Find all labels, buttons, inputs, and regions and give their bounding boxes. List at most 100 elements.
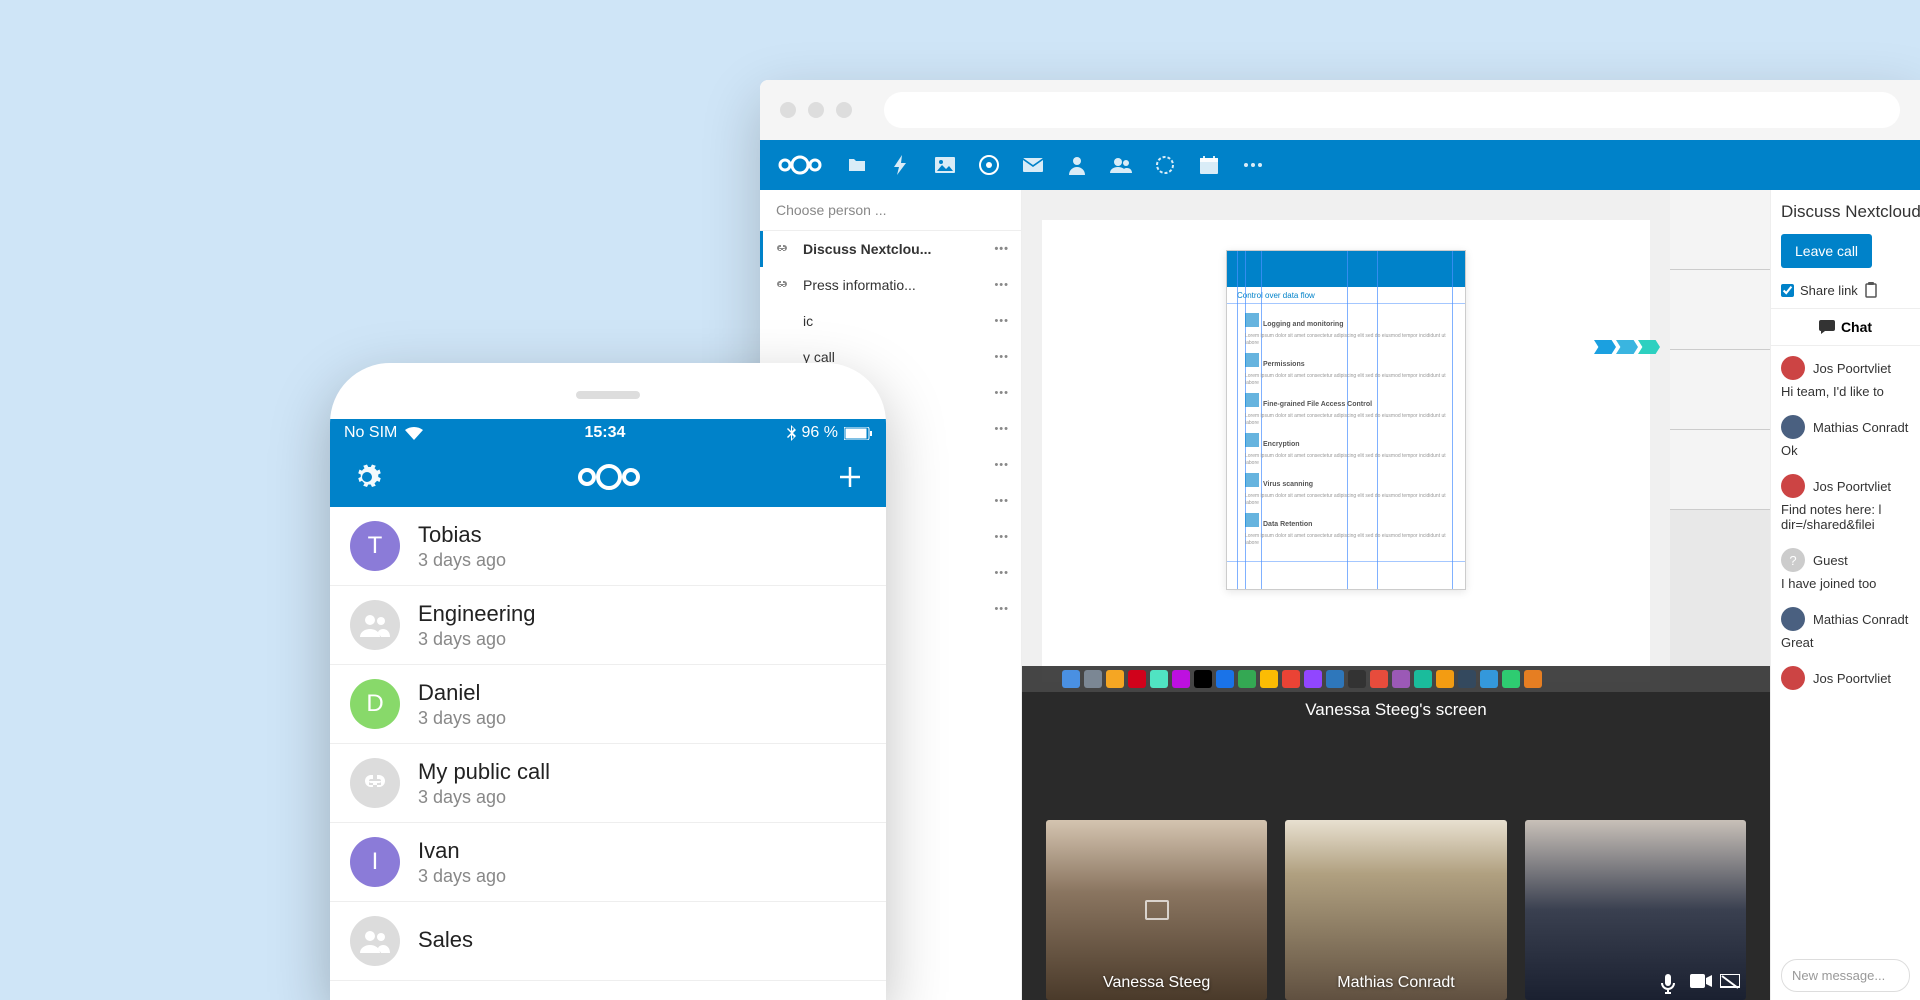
activity-icon[interactable]	[890, 154, 912, 176]
choose-person-input[interactable]: Choose person ...	[760, 190, 1021, 231]
share-link-checkbox[interactable]	[1781, 284, 1794, 297]
contact-row[interactable]: TTobias3 days ago	[330, 507, 886, 586]
app-top-bar	[760, 140, 1920, 190]
dock-app-icon[interactable]	[1348, 670, 1366, 688]
contact-avatar: D	[350, 679, 400, 729]
dock-app-icon[interactable]	[1150, 670, 1168, 688]
more-icon[interactable]: •••	[994, 423, 1009, 435]
camera-icon[interactable]	[1690, 974, 1710, 994]
more-icon[interactable]: •••	[994, 387, 1009, 399]
phone-device: No SIM 15:34 96 % TTobias3 days agoEngin…	[330, 363, 886, 1000]
chat-tab[interactable]: Chat	[1771, 308, 1920, 346]
dock-app-icon[interactable]	[1326, 670, 1344, 688]
macos-dock	[1022, 666, 1770, 692]
chat-message: Mathias ConradtGreat	[1771, 597, 1920, 656]
avatar	[1781, 474, 1805, 498]
contact-row[interactable]: DDaniel3 days ago	[330, 665, 886, 744]
chat-message: Jos PoortvlietHi team, I'd like to	[1771, 346, 1920, 405]
link-icon	[775, 242, 793, 256]
more-apps-icon[interactable]	[1242, 154, 1264, 176]
contact-row[interactable]: My public call3 days ago	[330, 744, 886, 823]
share-link-label: Share link	[1800, 283, 1858, 298]
video-tile[interactable]: Mathias Conradt	[1285, 820, 1506, 1000]
dock-app-icon[interactable]	[1238, 670, 1256, 688]
flow-chevrons	[1594, 340, 1660, 354]
document-page: Control over data flow	[1226, 250, 1466, 590]
dock-app-icon[interactable]	[1304, 670, 1322, 688]
dock-app-icon[interactable]	[1172, 670, 1190, 688]
more-icon[interactable]: •••	[994, 567, 1009, 579]
link-icon	[775, 278, 793, 292]
chat-panel: Discuss Nextcloud Ta Leave call Share li…	[1770, 190, 1920, 1000]
more-icon[interactable]: •••	[994, 351, 1009, 363]
dock-app-icon[interactable]	[1062, 670, 1080, 688]
room-item[interactable]: Discuss Nextclou...•••	[760, 231, 1021, 267]
new-message-input[interactable]: New message...	[1781, 959, 1910, 992]
traffic-light-close[interactable]	[780, 102, 796, 118]
avatar	[1781, 607, 1805, 631]
dock-app-icon[interactable]	[1194, 670, 1212, 688]
traffic-light-maximize[interactable]	[836, 102, 852, 118]
circles-icon[interactable]	[1154, 154, 1176, 176]
more-icon[interactable]: •••	[994, 531, 1009, 543]
dock-app-icon[interactable]	[1260, 670, 1278, 688]
phone-nav-bar	[330, 447, 886, 507]
dock-app-icon[interactable]	[1216, 670, 1234, 688]
dock-app-icon[interactable]	[1106, 670, 1124, 688]
phone-speaker	[576, 391, 640, 399]
dock-app-icon[interactable]	[1480, 670, 1498, 688]
room-item[interactable]: Press informatio...•••	[760, 267, 1021, 303]
add-icon[interactable]	[836, 463, 864, 491]
contact-avatar	[350, 916, 400, 966]
gallery-icon[interactable]	[934, 154, 956, 176]
browser-chrome	[760, 80, 1920, 140]
url-bar[interactable]	[884, 92, 1900, 128]
calendar-icon[interactable]	[1198, 154, 1220, 176]
room-item[interactable]: ic•••	[760, 303, 1021, 339]
contact-row[interactable]: Engineering3 days ago	[330, 586, 886, 665]
video-tile[interactable]	[1525, 820, 1746, 1000]
users-icon[interactable]	[1110, 154, 1132, 176]
dock-app-icon[interactable]	[1128, 670, 1146, 688]
dock-app-icon[interactable]	[1502, 670, 1520, 688]
main-content: Control over data flow	[1022, 190, 1770, 1000]
nextcloud-logo[interactable]	[776, 153, 824, 177]
dock-app-icon[interactable]	[1370, 670, 1388, 688]
conversation-title: Discuss Nextcloud Ta	[1771, 190, 1920, 230]
dock-app-icon[interactable]	[1436, 670, 1454, 688]
chat-message: Jos PoortvlietFind notes here: ldir=/sha…	[1771, 464, 1920, 538]
contact-avatar: I	[350, 837, 400, 887]
contact-row[interactable]: Sales	[330, 902, 886, 981]
screenshare-toggle-icon[interactable]	[1720, 974, 1740, 994]
dock-app-icon[interactable]	[1414, 670, 1432, 688]
chat-message: ?GuestI have joined too	[1771, 538, 1920, 597]
video-tile[interactable]: Vanessa Steeg	[1046, 820, 1267, 1000]
leave-call-button[interactable]: Leave call	[1781, 234, 1872, 268]
contact-row[interactable]: IIvan3 days ago	[330, 823, 886, 902]
more-icon[interactable]: •••	[994, 495, 1009, 507]
files-icon[interactable]	[846, 154, 868, 176]
dock-app-icon[interactable]	[1524, 670, 1542, 688]
mic-icon[interactable]	[1660, 974, 1680, 994]
clipboard-icon[interactable]	[1864, 282, 1880, 298]
dock-app-icon[interactable]	[1282, 670, 1300, 688]
dock-app-icon[interactable]	[1458, 670, 1476, 688]
more-icon[interactable]: •••	[994, 603, 1009, 615]
dock-app-icon[interactable]	[1084, 670, 1102, 688]
dock-app-icon[interactable]	[1392, 670, 1410, 688]
shared-screen: Control over data flow	[1022, 190, 1770, 692]
talk-icon[interactable]	[978, 154, 1000, 176]
settings-gear-icon[interactable]	[352, 462, 382, 492]
more-icon[interactable]: •••	[994, 279, 1009, 291]
traffic-light-minimize[interactable]	[808, 102, 824, 118]
contacts-icon[interactable]	[1066, 154, 1088, 176]
more-icon[interactable]: •••	[994, 243, 1009, 255]
chat-bubble-icon	[1819, 320, 1835, 334]
more-icon[interactable]: •••	[994, 315, 1009, 327]
nextcloud-logo-phone	[574, 462, 644, 492]
chat-message: Jos Poortvliet	[1771, 656, 1920, 700]
more-icon[interactable]: •••	[994, 459, 1009, 471]
mail-icon[interactable]	[1022, 154, 1044, 176]
bluetooth-icon	[787, 425, 796, 441]
contact-avatar: T	[350, 521, 400, 571]
